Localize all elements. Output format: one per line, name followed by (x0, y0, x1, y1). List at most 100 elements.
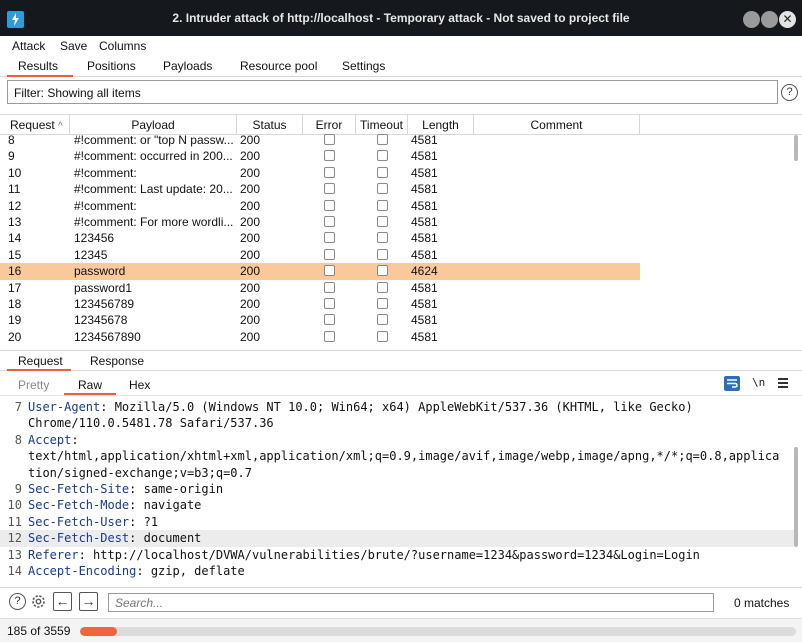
editor-line[interactable]: 13 Referer: http://localhost/DVWA/vulnera… (0, 547, 794, 563)
editor-line[interactable]: 11 Sec-Fetch-User: ?1 (0, 514, 794, 530)
table-row[interactable]: 17 password1 200 4581 (0, 280, 640, 296)
cell-payload: #!comment: occurred in 200... (74, 149, 233, 164)
request-editor[interactable]: 7 User-Agent: Mozilla/5.0 (Windows NT 10.… (0, 397, 802, 584)
header-value: : document (129, 531, 202, 546)
line-code: User-Agent: Mozilla/5.0 (Windows NT 10.0… (28, 399, 693, 415)
help-icon[interactable]: ? (781, 84, 798, 101)
tab-raw[interactable]: Raw (78, 378, 102, 392)
newline-icon[interactable]: \n (752, 376, 765, 389)
table-row[interactable]: 9 #!comment: occurred in 200... 200 4581 (0, 148, 640, 164)
line-number: 8 (14, 432, 22, 447)
table-row[interactable]: 20 1234567890 200 4581 (0, 329, 640, 344)
line-number: 14 (7, 564, 22, 578)
cell-length: 4581 (411, 231, 438, 246)
table-row[interactable]: 16 password 200 4624 (0, 263, 640, 280)
editor-line[interactable]: 10 Sec-Fetch-Mode: navigate (0, 497, 794, 513)
sort-asc-icon: ^ (58, 121, 63, 132)
cell-length: 4581 (411, 313, 438, 328)
cell-length: 4581 (411, 198, 438, 213)
tab-payloads[interactable]: Payloads (163, 59, 212, 73)
settings-gear-icon[interactable] (30, 593, 47, 610)
menu-columns[interactable]: Columns (99, 39, 146, 53)
cell-payload: 12345678 (74, 313, 128, 328)
line-number: 13 (7, 547, 22, 562)
error-checkbox (324, 330, 335, 342)
line-code: Accept: (28, 432, 79, 448)
minimize-icon[interactable] (743, 11, 760, 28)
window-title: 2. Intruder attack of http://localhost -… (172, 11, 630, 25)
cell-request: 8 (8, 133, 15, 147)
timeout-checkbox (377, 199, 388, 211)
cell-length: 4581 (411, 133, 438, 147)
table-scrollbar[interactable] (794, 135, 798, 161)
wrap-lines-icon[interactable] (724, 376, 740, 391)
table-row[interactable]: 18 123456789 200 4581 (0, 296, 640, 312)
cell-length: 4581 (411, 280, 438, 295)
header-name: Accept-Encoding (28, 564, 137, 578)
error-checkbox (324, 314, 335, 326)
editor-line[interactable]: 12 Sec-Fetch-Dest: document (0, 530, 794, 547)
cell-status: 200 (240, 198, 261, 213)
editor-line[interactable]: tion/signed-exchange;v=b3;q=0.7 (0, 465, 794, 481)
header-value: : ?1 (129, 514, 159, 529)
timeout-checkbox (377, 248, 388, 260)
cell-request: 9 (8, 149, 15, 164)
menu-save[interactable]: Save (60, 39, 87, 53)
table-row[interactable]: 12 #!comment: 200 4581 (0, 198, 640, 214)
editor-line[interactable]: text/html,application/xhtml+xml,applicat… (0, 448, 794, 464)
timeout-checkbox (377, 232, 388, 244)
editor-line[interactable]: 9 Sec-Fetch-Site: same-origin (0, 481, 794, 497)
cell-status: 200 (240, 297, 261, 311)
cell-request: 14 (8, 231, 22, 246)
header-value: : gzip, deflate (136, 564, 245, 578)
tab-resource-pool[interactable]: Resource pool (240, 59, 317, 73)
table-row[interactable]: 14 123456 200 4581 (0, 230, 640, 246)
error-checkbox (324, 265, 335, 277)
table-row[interactable]: 8 #!comment: or "top N passw... 200 4581 (0, 132, 640, 148)
search-bar: ? ← → Search... 0 matches (0, 587, 802, 615)
editor-line[interactable]: 14 Accept-Encoding: gzip, deflate (0, 563, 794, 579)
line-code: Sec-Fetch-Site: same-origin (28, 481, 223, 497)
cell-payload: 1234567890 (74, 329, 141, 344)
line-number: 9 (14, 482, 22, 496)
timeout-checkbox (377, 265, 388, 277)
cell-request: 10 (8, 165, 22, 180)
cell-request: 18 (8, 297, 22, 311)
tab-response[interactable]: Response (90, 354, 144, 368)
tab-pretty[interactable]: Pretty (18, 378, 49, 392)
table-row[interactable]: 19 12345678 200 4581 (0, 312, 640, 328)
editor-scrollbar[interactable] (794, 447, 798, 547)
timeout-checkbox (377, 183, 388, 195)
cell-status: 200 (240, 264, 261, 279)
maximize-icon[interactable] (761, 11, 778, 28)
help-icon[interactable]: ? (9, 593, 26, 610)
table-row[interactable]: 13 #!comment: For more wordli... 200 4581 (0, 214, 640, 230)
tab-results[interactable]: Results (18, 59, 58, 73)
cell-status: 200 (240, 329, 261, 344)
table-row[interactable]: 15 12345 200 4581 (0, 247, 640, 263)
tab-request[interactable]: Request (18, 354, 63, 368)
cell-request: 19 (8, 313, 22, 328)
tab-settings[interactable]: Settings (342, 59, 385, 73)
close-icon[interactable]: ✕ (779, 11, 796, 28)
table-row[interactable]: 10 #!comment: 200 4581 (0, 165, 640, 181)
forward-arrow-icon[interactable]: → (79, 592, 98, 611)
menu-attack[interactable]: Attack (12, 39, 45, 53)
editor-line[interactable]: 8 Accept: (0, 432, 794, 448)
error-checkbox (324, 232, 335, 244)
line-code: Accept-Encoding: gzip, deflate (28, 563, 245, 579)
header-name: Sec-Fetch-Site (28, 482, 130, 496)
filter-bar[interactable]: Filter: Showing all items (7, 80, 778, 104)
filter-text: Filter: Showing all items (14, 86, 141, 100)
editor-line[interactable]: Chrome/110.0.5481.78 Safari/537.36 (0, 415, 794, 431)
table-row[interactable]: 11 #!comment: Last update: 20... 200 4581 (0, 181, 640, 197)
hamburger-menu-icon[interactable] (778, 378, 788, 388)
cell-payload: #!comment: (74, 165, 137, 180)
editor-line[interactable]: 7 User-Agent: Mozilla/5.0 (Windows NT 10.… (0, 399, 794, 415)
tab-positions[interactable]: Positions (87, 59, 136, 73)
timeout-checkbox (377, 150, 388, 162)
header-value: : same-origin (129, 482, 224, 496)
tab-hex[interactable]: Hex (129, 378, 150, 392)
search-input[interactable]: Search... (108, 593, 714, 612)
back-arrow-icon[interactable]: ← (53, 592, 72, 611)
